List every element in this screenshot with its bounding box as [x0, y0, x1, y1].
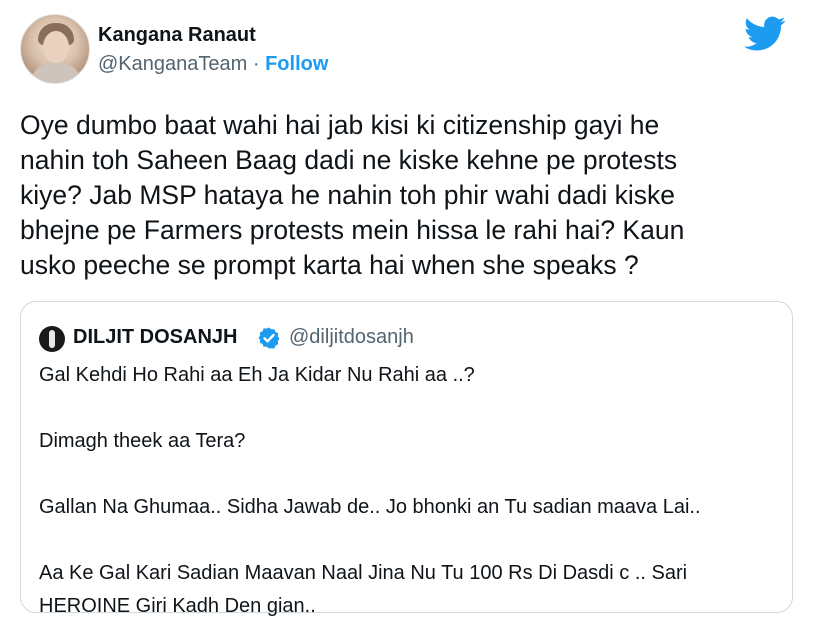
twitter-bird-icon[interactable]: [744, 16, 786, 52]
author-handle-row: @KanganaTeam · Follow: [98, 53, 328, 76]
tweet-line: bhejne pe Farmers protests mein hissa le…: [20, 215, 685, 245]
verified-badge-icon: [258, 327, 280, 349]
quoted-author-handle: @diljitdosanjh: [289, 326, 414, 348]
tweet-line: Oye dumbo baat wahi hai jab kisi ki citi…: [20, 110, 660, 140]
quoted-line: Gal Kehdi Ho Rahi aa Eh Ja Kidar Nu Rahi…: [39, 364, 475, 386]
quoted-line: HEROINE Giri Kadh Den gian..: [39, 595, 316, 617]
avatar-figure: [49, 330, 55, 348]
quoted-line: Gallan Na Ghumaa.. Sidha Jawab de.. Jo b…: [39, 496, 701, 518]
tweet-line: nahin toh Saheen Baag dadi ne kiske kehn…: [20, 145, 678, 175]
tweet-line: usko peeche se prompt karta hai when she…: [20, 250, 639, 280]
avatar-face: [43, 31, 69, 63]
author-handle[interactable]: @KanganaTeam: [98, 53, 247, 75]
tweet-header: Kangana Ranaut @KanganaTeam · Follow: [20, 14, 800, 84]
quoted-author-name: DILJIT DOSANJH: [73, 326, 238, 348]
author-name[interactable]: Kangana Ranaut: [98, 24, 256, 47]
tweet-card: Kangana Ranaut @KanganaTeam · Follow Oye…: [0, 0, 814, 617]
quoted-line: Aa Ke Gal Kari Sadian Maavan Naal Jina N…: [39, 562, 688, 584]
avatar-body: [31, 63, 81, 83]
quoted-tweet[interactable]: DILJIT DOSANJH @diljitdosanjh Gal Kehdi …: [20, 301, 793, 617]
quoted-author-avatar: [39, 326, 65, 352]
quoted-line: Dimagh theek aa Tera?: [39, 430, 246, 452]
follow-button[interactable]: Follow: [265, 53, 328, 75]
author-avatar[interactable]: [20, 14, 90, 84]
quoted-tweet-text: Gal Kehdi Ho Rahi aa Eh Ja Kidar Nu Rahi…: [39, 359, 779, 623]
handle-separator: ·: [252, 53, 260, 75]
tweet-text: Oye dumbo baat wahi hai jab kisi ki citi…: [20, 108, 790, 283]
tweet-line: kiye? Jab MSP hataya he nahin toh phir w…: [20, 180, 676, 210]
